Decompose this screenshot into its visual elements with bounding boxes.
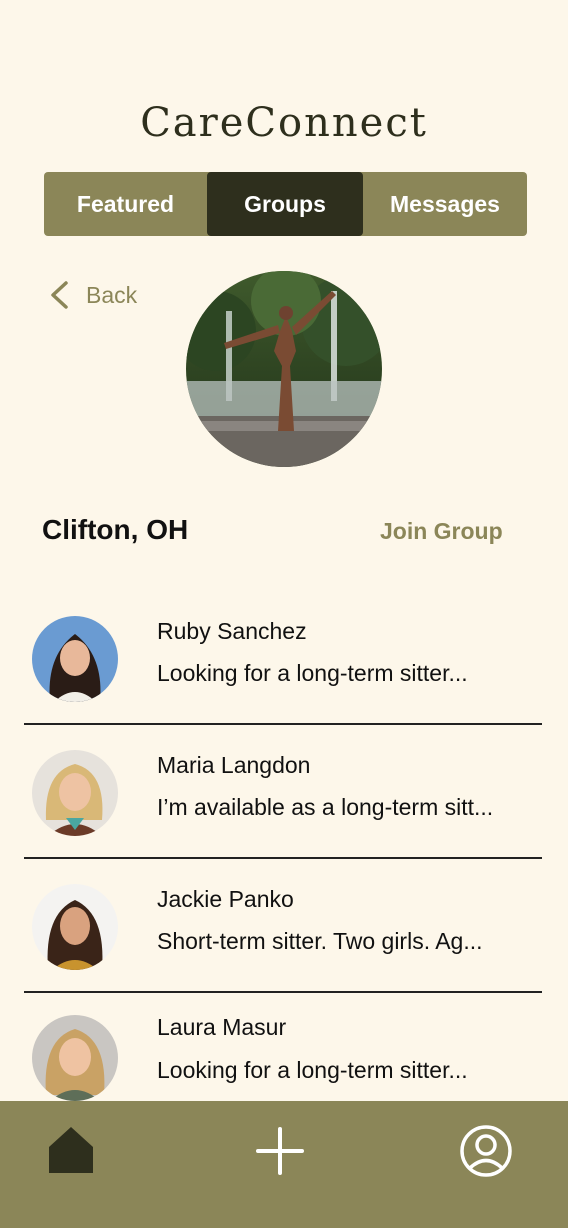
member-row[interactable]: Ruby Sanchez Looking for a long-term sit… bbox=[24, 600, 542, 734]
member-name: Maria Langdon bbox=[157, 752, 311, 778]
member-name: Laura Masur bbox=[157, 1014, 287, 1040]
group-name: Clifton, OH bbox=[42, 514, 189, 545]
tab-featured[interactable]: Featured bbox=[44, 172, 207, 236]
bottom-nav bbox=[0, 1101, 568, 1228]
home-icon bbox=[49, 1127, 93, 1173]
avatar bbox=[32, 616, 118, 702]
tab-groups[interactable]: Groups bbox=[207, 172, 363, 236]
member-row[interactable]: Maria Langdon I’m available as a long-te… bbox=[24, 734, 542, 868]
member-preview: I’m available as a long-term sitt... bbox=[157, 794, 494, 820]
add-button[interactable] bbox=[256, 1127, 304, 1180]
member-preview: Short-term sitter. Two girls. Ag... bbox=[157, 928, 483, 954]
avatar bbox=[32, 884, 118, 970]
group-photo bbox=[186, 271, 382, 467]
tab-messages[interactable]: Messages bbox=[363, 172, 527, 236]
chevron-left-icon bbox=[51, 281, 68, 309]
plus-icon bbox=[256, 1127, 304, 1175]
home-button[interactable] bbox=[46, 1125, 96, 1180]
member-preview: Looking for a long-term sitter... bbox=[157, 1057, 468, 1083]
back-label: Back bbox=[86, 281, 138, 308]
member-preview: Looking for a long-term sitter... bbox=[157, 660, 468, 686]
member-name: Jackie Panko bbox=[157, 886, 294, 912]
profile-button[interactable] bbox=[458, 1123, 514, 1184]
member-row[interactable]: Jackie Panko Short-term sitter. Two girl… bbox=[24, 868, 542, 1002]
avatar bbox=[32, 1015, 118, 1101]
app-title: CareConnect bbox=[140, 100, 428, 146]
avatar bbox=[32, 750, 118, 836]
member-name: Ruby Sanchez bbox=[157, 618, 307, 644]
divider bbox=[24, 857, 542, 859]
join-group-button[interactable]: Join Group bbox=[380, 518, 503, 545]
divider bbox=[24, 723, 542, 725]
profile-icon bbox=[460, 1125, 512, 1177]
divider bbox=[24, 991, 542, 993]
back-button[interactable]: Back bbox=[48, 280, 137, 310]
tab-bar: Featured Groups Messages bbox=[44, 172, 527, 236]
